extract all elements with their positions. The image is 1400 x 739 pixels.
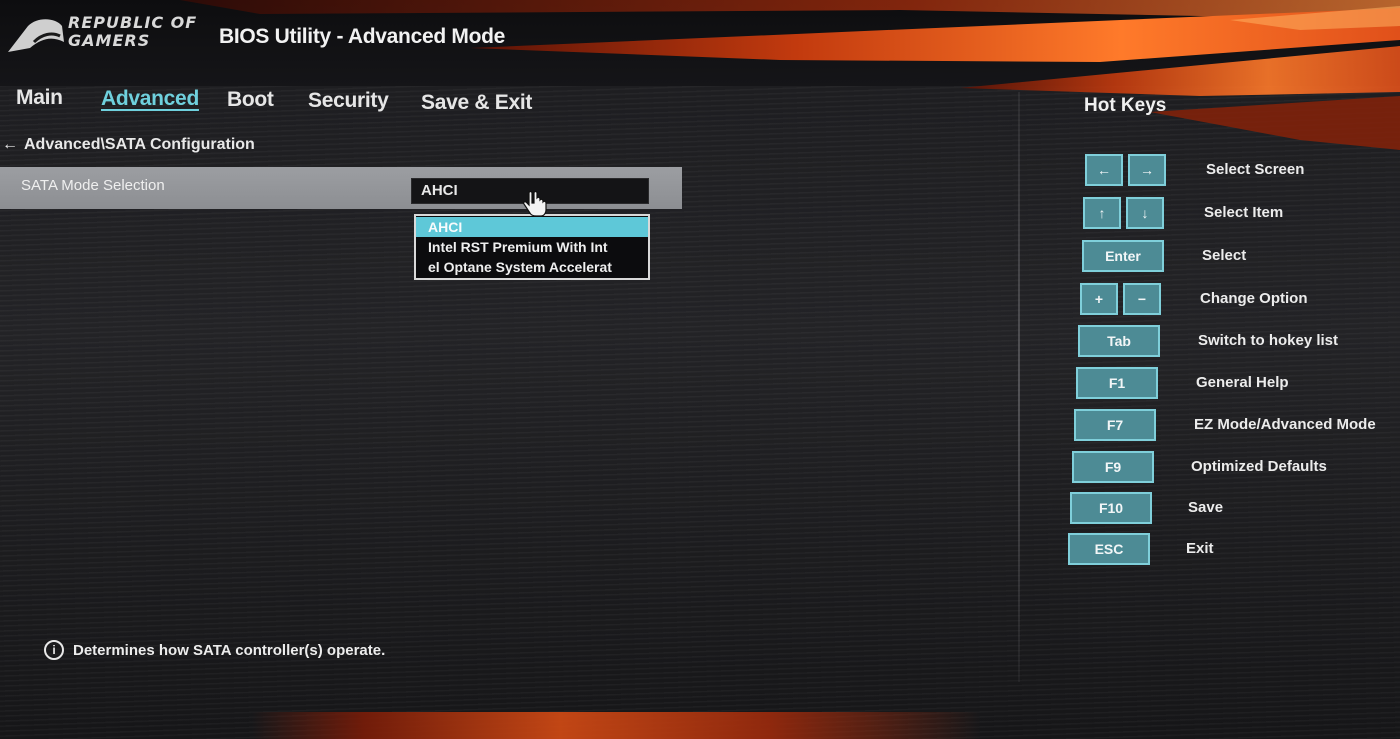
tab-save-exit[interactable]: Save & Exit bbox=[421, 91, 532, 115]
hotkey-label: Select Screen bbox=[1206, 161, 1305, 178]
plus-key[interactable]: + bbox=[1080, 283, 1118, 315]
down-arrow-key[interactable]: ↓ bbox=[1126, 197, 1164, 229]
hotkey-row-general-help: F1 General Help bbox=[1076, 367, 1336, 401]
brand-line-2: GAMERS bbox=[68, 31, 151, 50]
hotkey-label: Save bbox=[1188, 499, 1224, 516]
esc-key[interactable]: ESC bbox=[1068, 533, 1150, 565]
hotkey-label: Change Option bbox=[1200, 290, 1308, 307]
f7-key[interactable]: F7 bbox=[1074, 409, 1156, 441]
dropdown-option-ahci[interactable]: AHCI bbox=[416, 217, 648, 237]
hotkey-label: General Help bbox=[1196, 374, 1289, 391]
f1-key[interactable]: F1 bbox=[1076, 367, 1158, 399]
info-icon: i bbox=[44, 640, 64, 660]
app-title: BIOS Utility - Advanced Mode bbox=[219, 25, 506, 48]
hotkey-row-select-screen: ← → Select Screen bbox=[1085, 154, 1345, 188]
hotkey-row-exit: ESC Exit bbox=[1068, 533, 1328, 567]
tab-advanced[interactable]: Advanced bbox=[101, 87, 199, 111]
hotkey-label: EZ Mode/Advanced Mode bbox=[1194, 416, 1376, 433]
sata-mode-label: SATA Mode Selection bbox=[21, 177, 165, 194]
header: REPUBLIC OF GAMERS BIOS Utility - Advanc… bbox=[0, 0, 1400, 150]
tab-security[interactable]: Security bbox=[308, 89, 389, 113]
breadcrumb-text: Advanced\SATA Configuration bbox=[24, 136, 255, 153]
hotkey-row-select: Enter Select bbox=[1082, 240, 1342, 274]
sata-mode-value: AHCI bbox=[421, 182, 458, 199]
hotkey-row-save: F10 Save bbox=[1070, 492, 1330, 526]
main-tabs: Main Advanced Boot Security Save & Exit bbox=[0, 84, 560, 120]
sata-mode-dropdown[interactable]: AHCI Intel RST Premium With Int el Optan… bbox=[414, 214, 650, 280]
hotkey-label: Select Item bbox=[1204, 204, 1284, 221]
hotkey-label: Switch to hokey list bbox=[1198, 332, 1339, 349]
header-swoosh bbox=[180, 0, 1400, 150]
bottom-accent-stripe bbox=[0, 712, 1400, 739]
hotkey-row-optimized-defaults: F9 Optimized Defaults bbox=[1072, 451, 1352, 485]
dropdown-option-intel-rst-line2[interactable]: el Optane System Accelerat bbox=[416, 257, 648, 277]
breadcrumb[interactable]: ← Advanced\SATA Configuration bbox=[2, 136, 255, 154]
help-text: Determines how SATA controller(s) operat… bbox=[73, 642, 386, 659]
hotkeys-title: Hot Keys bbox=[1084, 95, 1167, 116]
hand-cursor-icon bbox=[523, 190, 547, 217]
left-arrow-key[interactable]: ← bbox=[1085, 154, 1123, 186]
minus-key[interactable]: − bbox=[1123, 283, 1161, 315]
hotkey-label: Exit bbox=[1186, 540, 1214, 557]
brand-line-1: REPUBLIC OF bbox=[68, 13, 198, 32]
tab-main[interactable]: Main bbox=[16, 86, 63, 110]
up-arrow-key[interactable]: ↑ bbox=[1083, 197, 1121, 229]
right-arrow-key[interactable]: → bbox=[1128, 154, 1166, 186]
hotkey-row-select-item: ↑ ↓ Select Item bbox=[1083, 197, 1343, 231]
hotkey-row-change-option: + − Change Option bbox=[1080, 283, 1340, 317]
sata-mode-row[interactable]: SATA Mode Selection AHCI bbox=[0, 167, 682, 209]
f10-key[interactable]: F10 bbox=[1070, 492, 1152, 524]
enter-key[interactable]: Enter bbox=[1082, 240, 1164, 272]
hotkey-label: Select bbox=[1202, 247, 1247, 264]
back-arrow-icon[interactable]: ← bbox=[2, 136, 18, 153]
dropdown-option-intel-rst-line1[interactable]: Intel RST Premium With Int bbox=[416, 237, 648, 257]
f9-key[interactable]: F9 bbox=[1072, 451, 1154, 483]
hotkey-label: Optimized Defaults bbox=[1191, 458, 1327, 475]
tab-boot[interactable]: Boot bbox=[227, 88, 274, 112]
hotkey-row-ez-mode: F7 EZ Mode/Advanced Mode bbox=[1074, 409, 1376, 443]
brand-wordmark: REPUBLIC OF GAMERS bbox=[68, 14, 197, 50]
panel-divider bbox=[1018, 92, 1020, 682]
hotkey-row-switch-hotkey-list: Tab Switch to hokey list bbox=[1078, 325, 1348, 359]
tab-key[interactable]: Tab bbox=[1078, 325, 1160, 357]
